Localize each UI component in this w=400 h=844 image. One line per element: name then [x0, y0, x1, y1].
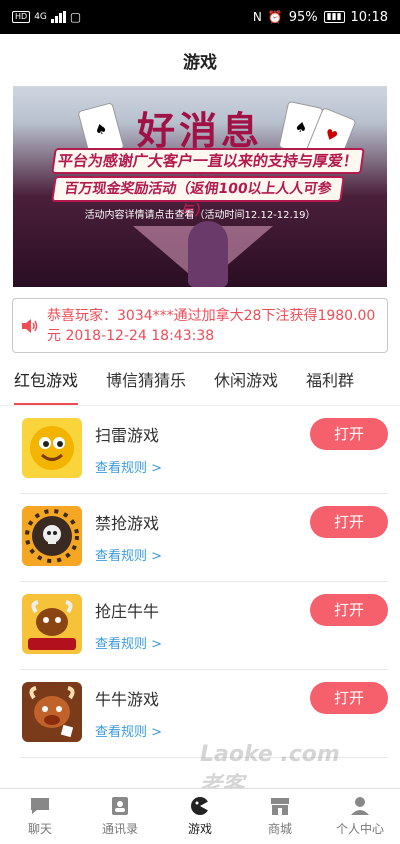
page-title: 游戏 — [0, 34, 400, 86]
nav-shop[interactable]: 商城 — [240, 789, 320, 844]
skull-mine-icon[interactable] — [22, 506, 82, 566]
nfc-icon: N — [252, 10, 262, 24]
nav-games[interactable]: 游戏 — [160, 789, 240, 844]
network-label: 4G — [34, 12, 47, 22]
game-icon — [191, 797, 209, 815]
battery-icon: ▮▮▮ — [323, 11, 345, 23]
promo-banner[interactable]: ♠ ♠ ♥ 好消息 平台为感谢广大客户一直以来的支持与厚爱！特推 百万现金奖励活… — [13, 86, 387, 287]
view-rules-link[interactable]: 查看规则 > — [95, 633, 162, 652]
alarm-icon: ⏰ — [267, 10, 283, 24]
smiley-face-icon[interactable] — [22, 418, 82, 478]
nav-label: 商城 — [267, 822, 292, 836]
winner-notice: 恭喜玩家：3034***通过加拿大28下注获得1980.00元 2018-12-… — [12, 298, 388, 353]
open-button[interactable]: 打开 — [310, 506, 388, 538]
game-tabs: 红包游戏 博信猜猜乐 休闲游戏 福利群 — [0, 356, 400, 406]
open-button[interactable]: 打开 — [310, 594, 388, 626]
shop-icon — [271, 798, 289, 815]
speaker-icon — [22, 318, 38, 333]
banner-line1: 平台为感谢广大客户一直以来的支持与厚爱！特推 — [51, 148, 365, 192]
tab-welfare-group[interactable]: 福利群 — [292, 356, 368, 405]
banner-line2: 百万现金奖励活动（返佣100以上人人可参与） — [51, 176, 345, 219]
watermark-logo: Laoke .com老客 — [200, 742, 340, 798]
list-item: 抢庄牛牛 查看规则 > 打开 — [20, 582, 388, 670]
view-rules-link[interactable]: 查看规则 > — [95, 545, 162, 564]
tab-guessing-games[interactable]: 博信猜猜乐 — [92, 356, 200, 405]
nav-profile[interactable]: 个人中心 — [320, 789, 400, 844]
banner-line3: 活动内容详情请点击查看（活动时间12.12-12.19） — [84, 210, 316, 221]
game-name: 抢庄牛牛 — [95, 602, 160, 621]
bull-banker-icon[interactable] — [22, 594, 82, 654]
status-bar: HD 4G ▢ N ⏰ 95% ▮▮▮ 10:18 — [0, 0, 400, 34]
open-button[interactable]: 打开 — [310, 682, 388, 714]
battery-percent: 95% — [288, 9, 318, 25]
view-rules-link[interactable]: 查看规则 > — [95, 457, 162, 476]
nav-contacts[interactable]: 通讯录 — [80, 789, 160, 844]
nav-label: 游戏 — [187, 822, 212, 836]
clock: 10:18 — [350, 9, 388, 25]
view-rules-link[interactable]: 查看规则 > — [95, 721, 162, 740]
nav-label: 个人中心 — [335, 822, 384, 836]
notice-text: 恭喜玩家：3034***通过加拿大28下注获得1980.00元 2018-12-… — [47, 307, 376, 344]
hd-icon: HD — [12, 11, 31, 23]
notification-icon: ▢ — [69, 10, 82, 24]
tab-casual-games[interactable]: 休闲游戏 — [200, 356, 292, 405]
banner-headline: 好消息 — [136, 108, 263, 153]
signal-icon — [50, 11, 66, 23]
nav-label: 通讯录 — [101, 822, 138, 836]
bull-game-icon[interactable] — [22, 682, 82, 742]
game-name: 扫雷游戏 — [95, 426, 160, 445]
banner-model-image — [188, 221, 228, 287]
nav-label: 聊天 — [27, 822, 52, 836]
tab-red-packet-games[interactable]: 红包游戏 — [0, 356, 92, 405]
game-name: 牛牛游戏 — [95, 690, 160, 709]
chat-icon — [31, 798, 49, 814]
bottom-nav: 聊天 通讯录 游戏 商城 个人中心 — [0, 788, 400, 844]
profile-icon — [351, 797, 369, 815]
game-list: 扫雷游戏 查看规则 > 打开 禁抢游戏 查看规则 > 打开 抢庄牛牛 查看规则 … — [0, 406, 400, 758]
open-button[interactable]: 打开 — [310, 418, 388, 450]
list-item: 扫雷游戏 查看规则 > 打开 — [20, 406, 388, 494]
nav-chat[interactable]: 聊天 — [0, 789, 80, 844]
game-name: 禁抢游戏 — [95, 514, 160, 533]
list-item: 禁抢游戏 查看规则 > 打开 — [20, 494, 388, 582]
contacts-icon — [112, 797, 128, 815]
